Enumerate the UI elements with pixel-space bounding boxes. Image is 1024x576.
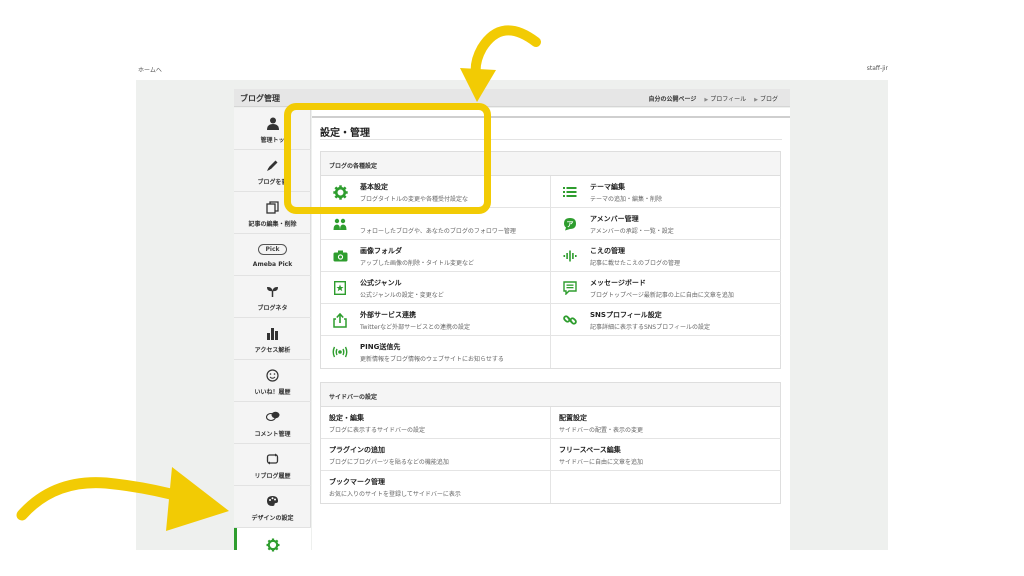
sidebar-setting-plugin[interactable]: プラグインの追加 ブログにブログパーツを貼るなどの機能追加 — [321, 439, 551, 471]
settings-item-amember[interactable]: ア アメンバー管理 アメンバーの承認・一覧・設定 — [551, 208, 781, 240]
link-icon — [562, 312, 578, 328]
sidebar-setting-freespace[interactable]: フリースペース編集 サイドバーに自由に文章を追加 — [551, 439, 781, 471]
empty-cell — [551, 336, 781, 368]
ping-icon — [332, 344, 348, 360]
item-description: Twitterなど外部サービスとの連携の設定 — [360, 324, 471, 331]
share-icon — [332, 312, 348, 328]
palette-icon — [234, 494, 311, 508]
item-title: PING送信先 — [360, 343, 401, 351]
empty-cell — [551, 471, 781, 503]
public-page-link[interactable]: 自分の公開ページ — [648, 94, 696, 103]
home-link[interactable]: ホームへ — [138, 65, 162, 74]
sidebar-setting-layout[interactable]: 配置設定 サイドバーの配置・表示の変更 — [551, 407, 781, 439]
item-title: メッセージボード — [590, 279, 646, 287]
item-title: プラグインの追加 — [329, 446, 385, 454]
item-description: 公式ジャンルの設定・変更など — [360, 292, 444, 299]
item-title: 設定・編集 — [329, 414, 364, 422]
sprout-icon — [234, 284, 311, 298]
camera-icon — [332, 248, 348, 264]
message-board-icon — [562, 280, 578, 296]
app-title: ブログ管理 — [240, 94, 280, 103]
item-title: 公式ジャンル — [360, 279, 402, 287]
pick-badge: Pick — [258, 243, 287, 255]
pick-icon: Pick — [234, 242, 311, 256]
sidebar-item-comments[interactable]: コメント管理 — [234, 402, 311, 444]
sidebar-item-label: リブログ履歴 — [254, 473, 291, 480]
item-title: アメンバー管理 — [590, 215, 639, 223]
profile-link-label: プロフィール — [710, 96, 747, 103]
svg-text:ア: ア — [567, 220, 574, 228]
sidebar-item-label: コメント管理 — [254, 431, 291, 438]
item-title: 外部サービス連携 — [360, 311, 416, 319]
sidebar-item-settings[interactable] — [234, 528, 311, 552]
sidebar-item-likes[interactable]: いいね！履歴 — [234, 360, 311, 402]
sidebar-item-ameba-pick[interactable]: Pick Ameba Pick — [234, 234, 311, 276]
sidebar-setting-edit[interactable]: 設定・編集 ブログに表示するサイドバーの設定 — [321, 407, 551, 439]
sidebar-item-label: アクセス解析 — [254, 347, 291, 354]
item-description: ブログにブログパーツを貼るなどの機能追加 — [329, 459, 449, 466]
item-title: 配置設定 — [559, 414, 587, 422]
item-description: ブログに表示するサイドバーの設定 — [329, 427, 426, 434]
arrow-down-annotation — [460, 25, 541, 102]
section-heading: サイドバーの設定 — [321, 383, 780, 407]
settings-item-sns-profile[interactable]: SNSプロフィール設定 記事詳細に表示するSNSプロフィールの設定 — [551, 304, 781, 336]
amember-icon: ア — [562, 216, 578, 232]
user-name[interactable]: staff-jir — [867, 65, 888, 72]
item-description: フォローしたブログや、あなたのブログのフォロワー管理 — [360, 228, 516, 235]
comment-icon — [234, 410, 311, 424]
sidebar-item-label: 記事の編集・削除 — [248, 221, 297, 228]
sidebar-item-label: いいね！履歴 — [254, 389, 291, 396]
item-title: ブックマーク管理 — [329, 478, 385, 486]
item-title: 画像フォルダ — [360, 247, 402, 255]
blog-link-label: ブログ — [759, 96, 778, 103]
settings-item-images[interactable]: 画像フォルダ アップした画像の削除・タイトル変更など — [321, 240, 551, 272]
item-title: SNSプロフィール設定 — [590, 311, 662, 319]
item-description: お気に入りのサイトを登録してサイドバーに表示 — [329, 491, 461, 498]
item-description: サイドバーの配置・表示の変更 — [559, 427, 644, 434]
settings-item-external[interactable]: 外部サービス連携 Twitterなど外部サービスとの連携の設定 — [321, 304, 551, 336]
item-description: サイドバーに自由に文章を追加 — [559, 459, 644, 466]
sidebar-item-reblog[interactable]: リブログ履歴 — [234, 444, 311, 486]
item-description: アップした画像の削除・タイトル変更など — [360, 260, 475, 267]
triangle-right-icon: ▶ — [704, 97, 709, 103]
item-title: こえの管理 — [590, 247, 625, 255]
sidebar-item-design[interactable]: デザインの設定 — [234, 486, 311, 528]
item-description: 記事詳細に表示するSNSプロフィールの設定 — [590, 324, 710, 331]
sidebar-item-access[interactable]: アクセス解析 — [234, 318, 311, 360]
sidebar-item-blog-neta[interactable]: ブログネタ — [234, 276, 311, 318]
triangle-right-icon: ▶ — [754, 97, 758, 103]
sidebar-setting-bookmark[interactable]: ブックマーク管理 お気に入りのサイトを登録してサイドバーに表示 — [321, 471, 551, 503]
arrow-right-annotation — [16, 467, 229, 531]
sidebar-item-label: Ameba Pick — [252, 261, 293, 268]
item-description: ブログトップページ最新記事の上に自由に文章を追加 — [590, 292, 734, 299]
smile-icon — [234, 368, 311, 382]
voice-icon — [562, 248, 578, 264]
reblog-icon — [234, 452, 311, 466]
item-title: フリースペース編集 — [559, 446, 621, 454]
bar-chart-icon — [234, 326, 311, 340]
item-title: テーマ編集 — [590, 183, 625, 191]
settings-item-genre[interactable]: 公式ジャンル 公式ジャンルの設定・変更など — [321, 272, 551, 304]
item-description: 記事に載せたこえのブログの管理 — [590, 260, 681, 267]
settings-item-voice[interactable]: こえの管理 記事に載せたこえのブログの管理 — [551, 240, 781, 272]
settings-item-ping[interactable]: PING送信先 更新情報をブログ情報のウェブサイトにお知らせする — [321, 336, 551, 368]
item-description: テーマの追加・編集・削除 — [590, 196, 663, 203]
highlight-box — [284, 103, 491, 214]
sidebar-settings-section: サイドバーの設定 設定・編集 ブログに表示するサイドバーの設定 配置設定 サイド… — [320, 382, 781, 504]
settings-item-theme[interactable]: テーマ編集 テーマの追加・編集・削除 — [551, 176, 781, 208]
header-links: 自分の公開ページ ▶ プロフィール ▶ ブログ — [648, 94, 778, 103]
sidebar-item-label: ブログネタ — [257, 305, 288, 312]
star-bookmark-icon — [332, 280, 348, 296]
settings-item-message-board[interactable]: メッセージボード ブログトップページ最新記事の上に自由に文章を追加 — [551, 272, 781, 304]
gear-icon — [234, 538, 311, 552]
followers-icon — [332, 216, 348, 232]
item-description: アメンバーの承認・一覧・設定 — [590, 228, 674, 235]
list-icon — [562, 184, 578, 200]
profile-link[interactable]: ▶ プロフィール — [704, 94, 746, 103]
blog-link[interactable]: ▶ ブログ — [754, 94, 778, 103]
sidebar-item-label: デザインの設定 — [251, 515, 294, 522]
item-description: 更新情報をブログ情報のウェブサイトにお知らせする — [360, 356, 504, 363]
